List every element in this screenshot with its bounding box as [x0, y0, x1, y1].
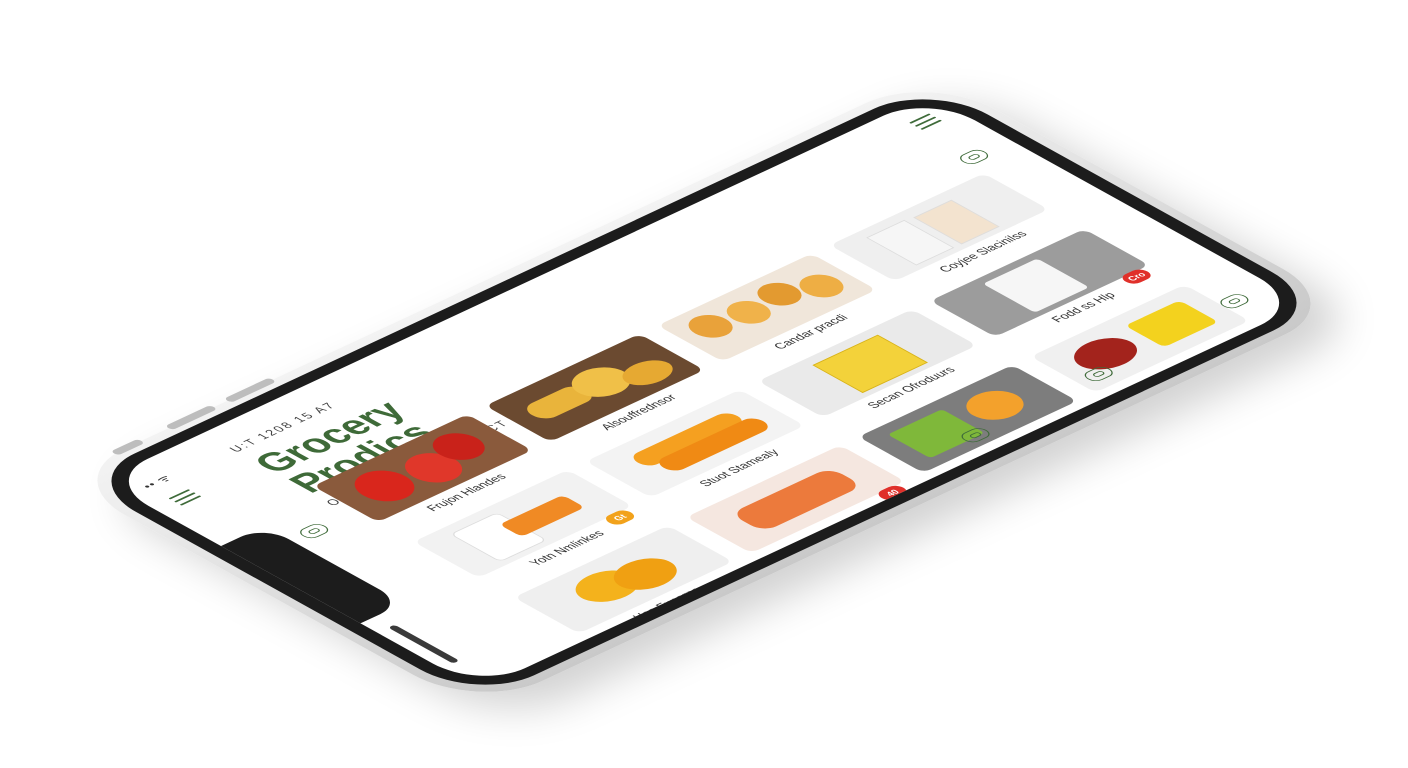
menu-icon[interactable]	[168, 489, 202, 506]
phone-device: •• ᯤ U:T 1208 15 A7 Grocery Prodics OND …	[59, 73, 1349, 711]
stage: •• ᯤ U:T 1208 15 A7 Grocery Prodics OND …	[0, 0, 1408, 768]
pill-icon[interactable]	[295, 521, 333, 541]
menu-icon[interactable]	[909, 113, 943, 130]
cloud-icon[interactable]	[955, 147, 993, 167]
status-bar: •• ᯤ	[138, 472, 176, 492]
